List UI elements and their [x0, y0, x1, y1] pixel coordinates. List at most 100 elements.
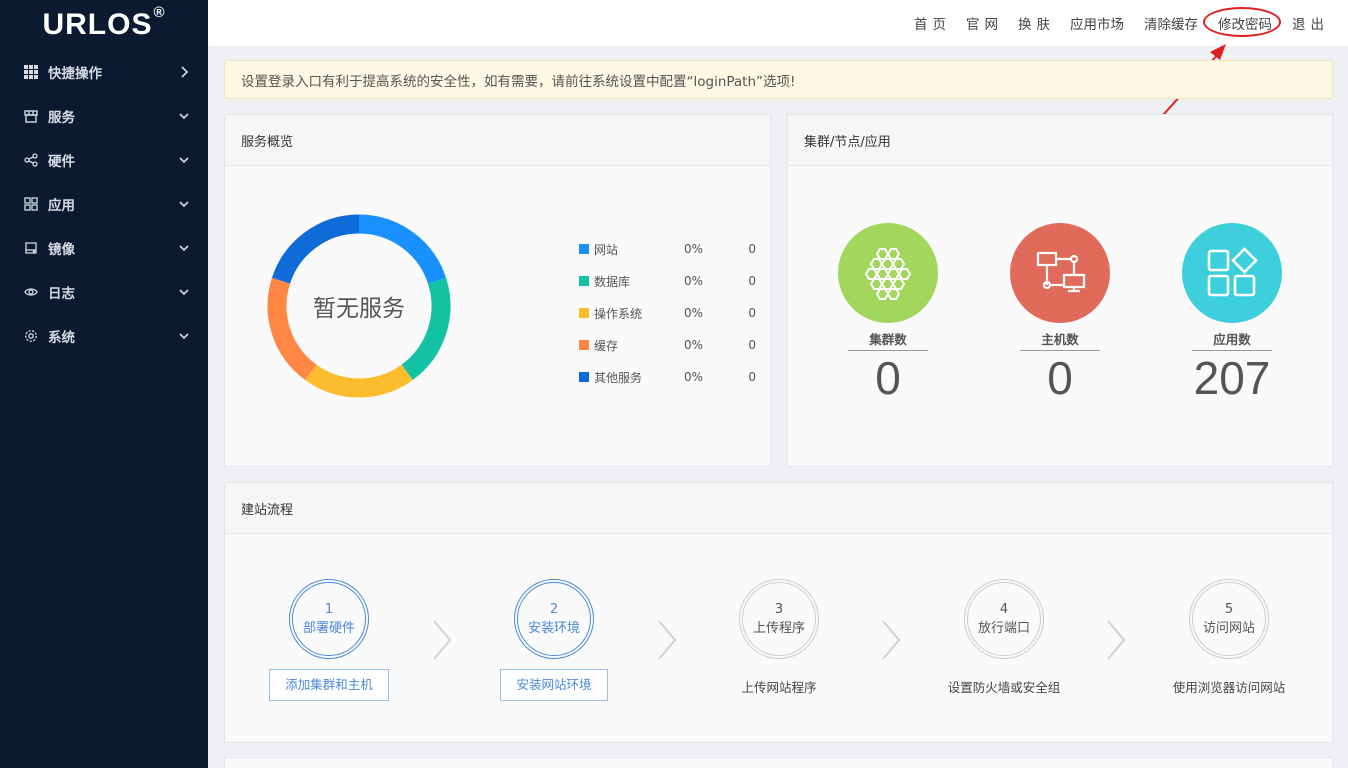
- sidebar-item-label: 系统: [48, 330, 75, 346]
- notice-text: 设置登录入口有利于提高系统的安全性，如有需要，请前往系统设置中配置“loginP…: [241, 73, 796, 90]
- sidebar-item-apps[interactable]: 应用: [0, 182, 208, 226]
- legend-swatch: [579, 372, 589, 382]
- legend-count: 0: [748, 338, 756, 352]
- step-ring: 3 上传程序: [739, 579, 819, 659]
- stat-value: 0: [875, 352, 901, 404]
- share-nodes-icon: [24, 153, 38, 167]
- sidebar-item-quick-actions[interactable]: 快捷操作: [0, 50, 208, 94]
- step-number: 2: [549, 602, 559, 617]
- sidebar-item-services[interactable]: 服务: [0, 94, 208, 138]
- chevron-right-icon: [658, 620, 677, 660]
- legend-item-cache: 缓存 0% 0: [579, 329, 759, 361]
- legend-count: 0: [748, 370, 756, 384]
- legend-swatch: [579, 308, 589, 318]
- step-title: 部署硬件: [302, 621, 355, 636]
- step-title: 上传程序: [752, 621, 805, 636]
- nav-official-site-link[interactable]: 官网: [966, 13, 1003, 33]
- sidebar-item-system[interactable]: 系统: [0, 314, 208, 358]
- sidebar-item-label: 镜像: [48, 242, 75, 258]
- flow-step-3: 3 上传程序 上传网站程序: [689, 579, 869, 696]
- legend-name: 缓存: [594, 338, 619, 353]
- legend-count: 0: [748, 242, 756, 256]
- apps-grid-icon: [1182, 223, 1282, 323]
- sidebar-item-logs[interactable]: 日志: [0, 270, 208, 314]
- login-path-notice: 设置登录入口有利于提高系统的安全性，如有需要，请前往系统设置中配置“loginP…: [224, 60, 1333, 99]
- step-ring: 2 安装环境: [514, 579, 594, 659]
- stat-clusters[interactable]: 集群数 0: [828, 223, 948, 403]
- step-caption: 设置防火墙或安全组: [947, 680, 1061, 695]
- chevron-down-icon: [178, 110, 190, 122]
- sidebar-item-images[interactable]: 镜像: [0, 226, 208, 270]
- bottom-panel: [224, 757, 1333, 768]
- sidebar-item-label: 快捷操作: [48, 66, 102, 82]
- service-legend: 网站 0% 0 数据库 0% 0 操作系统 0% 0 缓存 0% 0 其他服务 …: [579, 233, 759, 393]
- sidebar: URLOS ® 快捷操作 服务 硬件 应用 镜像 日志 系统: [0, 0, 208, 768]
- legend-item-website: 网站 0% 0: [579, 233, 759, 265]
- drive-icon: [24, 241, 38, 255]
- brand-logo[interactable]: URLOS ®: [0, 0, 208, 50]
- nav-clear-cache-link[interactable]: 清除缓存: [1144, 13, 1198, 33]
- site-build-flow-panel: 建站流程 1 部署硬件 添加集群和主机 2 安装环境 安装网站环境 3 上传程序…: [224, 482, 1333, 743]
- brand-mark: ®: [153, 4, 166, 21]
- legend-percent: 0%: [684, 338, 704, 352]
- apps-icon: [24, 197, 38, 211]
- legend-item-os: 操作系统 0% 0: [579, 297, 759, 329]
- step-number: 5: [1224, 602, 1234, 617]
- nav-change-password-link[interactable]: 修改密码: [1218, 13, 1272, 33]
- service-overview-panel: 服务概览 暂无服务 网站 0% 0 数据库 0% 0 操作系统 0% 0 缓存 …: [224, 114, 771, 467]
- stat-label: 应用数: [1192, 329, 1272, 351]
- sidebar-item-label: 硬件: [48, 154, 75, 170]
- cluster-node-app-panel: 集群/节点/应用 集群数 0 主机数 0 应用数 207: [787, 114, 1333, 467]
- brand-name: URLOS: [42, 8, 153, 41]
- flow-step-4: 4 放行端口 设置防火墙或安全组: [914, 579, 1094, 696]
- legend-item-other: 其他服务 0% 0: [579, 361, 759, 393]
- panel-title: 集群/节点/应用: [788, 115, 1332, 166]
- nav-logout-link[interactable]: 退出: [1292, 13, 1329, 33]
- top-header: 首页 官网 换肤 应用市场 清除缓存 修改密码 退出: [208, 0, 1348, 46]
- nav-skin-link[interactable]: 换肤: [1018, 13, 1055, 33]
- chevron-right-icon: [178, 66, 190, 78]
- nav-app-market-link[interactable]: 应用市场: [1070, 13, 1124, 33]
- flow-step-5: 5 访问网站 使用浏览器访问网站: [1139, 579, 1319, 696]
- chevron-down-icon: [178, 242, 190, 254]
- stat-apps[interactable]: 应用数 207: [1172, 223, 1292, 403]
- chevron-right-icon: [1107, 620, 1126, 660]
- stat-label: 主机数: [1020, 329, 1100, 351]
- sidebar-item-hardware[interactable]: 硬件: [0, 138, 208, 182]
- sidebar-item-label: 服务: [48, 110, 75, 126]
- sidebar-item-label: 应用: [48, 198, 75, 214]
- legend-count: 0: [748, 274, 756, 288]
- step-title: 安装环境: [527, 621, 580, 636]
- chevron-down-icon: [178, 286, 190, 298]
- step-ring: 1 部署硬件: [289, 579, 369, 659]
- grid-icon: [24, 65, 38, 79]
- legend-count: 0: [748, 306, 756, 320]
- step-title: 放行端口: [977, 621, 1030, 636]
- hexagon-cluster-icon: [838, 223, 938, 323]
- legend-percent: 0%: [684, 370, 704, 384]
- chevron-right-icon: [882, 620, 901, 660]
- chevron-down-icon: [178, 330, 190, 342]
- stat-value: 0: [1047, 352, 1073, 404]
- gear-icon: [24, 329, 38, 343]
- legend-name: 其他服务: [594, 370, 643, 385]
- chevron-right-icon: [433, 620, 452, 660]
- legend-name: 操作系统: [594, 306, 643, 321]
- host-network-icon: [1010, 223, 1110, 323]
- stat-value: 207: [1193, 352, 1271, 404]
- sidebar-item-label: 日志: [48, 286, 75, 302]
- donut-center-text: 暂无服务: [313, 296, 405, 322]
- legend-swatch: [579, 244, 589, 254]
- step-ring: 5 访问网站: [1189, 579, 1269, 659]
- install-env-button[interactable]: 安装网站环境: [500, 669, 608, 701]
- step-ring: 4 放行端口: [964, 579, 1044, 659]
- legend-swatch: [579, 276, 589, 286]
- flow-step-2: 2 安装环境 安装网站环境: [464, 579, 644, 701]
- flow-step-1: 1 部署硬件 添加集群和主机: [239, 579, 419, 701]
- legend-name: 数据库: [594, 274, 631, 289]
- step-title: 访问网站: [1202, 621, 1255, 636]
- chevron-down-icon: [178, 198, 190, 210]
- stat-hosts[interactable]: 主机数 0: [1000, 223, 1120, 403]
- add-cluster-host-button[interactable]: 添加集群和主机: [269, 669, 389, 701]
- nav-home-link[interactable]: 首页: [914, 13, 951, 33]
